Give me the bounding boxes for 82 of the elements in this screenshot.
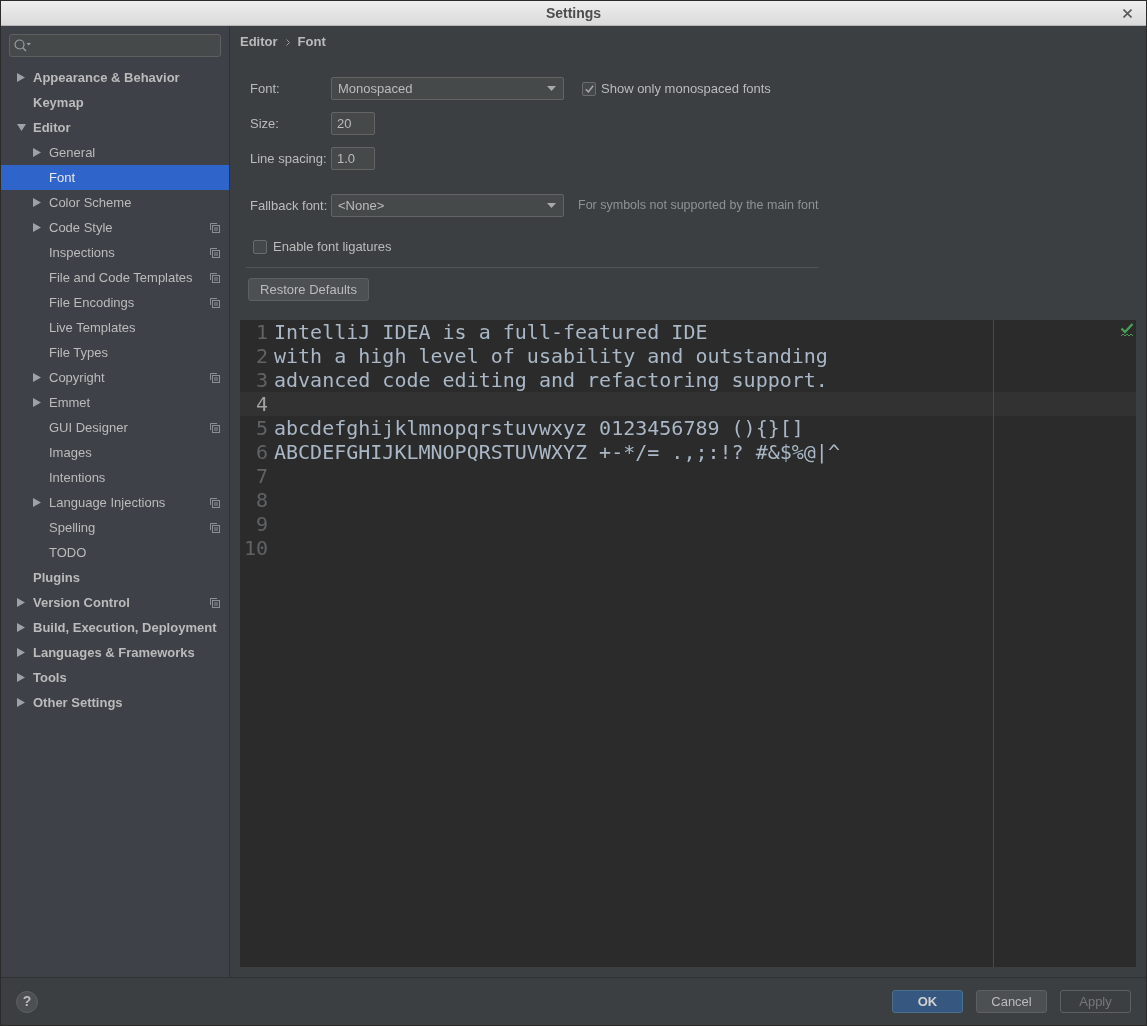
tree-item[interactable]: Other Settings bbox=[1, 690, 229, 715]
field-label: Font: bbox=[250, 79, 281, 98]
tree-item[interactable]: Code Style bbox=[1, 215, 229, 240]
check-icon[interactable] bbox=[1120, 323, 1134, 337]
tree-item[interactable]: TODO bbox=[1, 540, 229, 565]
line-spacing-field[interactable]: 1.0 bbox=[331, 147, 375, 170]
tree-item[interactable]: Inspections bbox=[1, 240, 229, 265]
chevron-right-icon bbox=[285, 38, 290, 46]
checkbox[interactable] bbox=[253, 240, 267, 254]
help-button[interactable]: ? bbox=[16, 990, 38, 1013]
tree-item[interactable]: Color Scheme bbox=[1, 190, 229, 215]
tree-item[interactable]: Font bbox=[1, 165, 229, 190]
tree-item[interactable]: Images bbox=[1, 440, 229, 465]
checkbox-label[interactable]: Enable font ligatures bbox=[273, 237, 392, 257]
arrow-right-icon[interactable] bbox=[33, 223, 41, 232]
tree-item[interactable]: Language Injections bbox=[1, 490, 229, 515]
tree-item[interactable]: File and Code Templates bbox=[1, 265, 229, 290]
code-text: abcdefghijklmnopqrstuvwxyz 0123456789 (){}[] bbox=[273, 416, 804, 440]
arrow-right-icon[interactable] bbox=[33, 148, 41, 157]
arrow-right-icon[interactable] bbox=[17, 73, 25, 82]
restore-defaults-button[interactable]: Restore Defaults bbox=[248, 278, 369, 301]
tree-item[interactable]: Languages & Frameworks bbox=[1, 640, 229, 665]
arrow-right-icon[interactable] bbox=[17, 623, 25, 632]
breadcrumb-item: Font bbox=[297, 33, 326, 52]
arrow-down-icon[interactable] bbox=[17, 124, 26, 131]
line-number: 9 bbox=[255, 512, 268, 536]
tree-item[interactable]: Copyright bbox=[1, 365, 229, 390]
search-icon[interactable] bbox=[14, 39, 31, 52]
search-field[interactable] bbox=[9, 34, 221, 57]
tree-item[interactable]: Spelling bbox=[1, 515, 229, 540]
tree-item[interactable]: General bbox=[1, 140, 229, 165]
field-label: Size: bbox=[250, 114, 280, 133]
dialog-button[interactable]: OK bbox=[892, 990, 963, 1013]
tree-item[interactable]: Tools bbox=[1, 665, 229, 690]
tree-item[interactable]: Emmet bbox=[1, 390, 229, 415]
arrow-right-icon[interactable] bbox=[33, 498, 41, 507]
arrow-right-icon[interactable] bbox=[33, 398, 41, 407]
checkbox-label[interactable]: Show only monospaced fonts bbox=[601, 78, 771, 99]
arrow-right-icon[interactable] bbox=[17, 698, 25, 707]
check-icon bbox=[584, 84, 594, 93]
code-text: advanced code editing and refactoring support. bbox=[273, 368, 828, 392]
tree-item[interactable]: Appearance & Behavior bbox=[1, 65, 229, 90]
line-number: 7 bbox=[255, 464, 268, 488]
line-number: 10 bbox=[243, 536, 268, 560]
line-number: 6 bbox=[255, 440, 268, 464]
tree-item[interactable]: Version Control bbox=[1, 590, 229, 615]
tree-item[interactable]: Editor bbox=[1, 115, 229, 140]
line-number: 3 bbox=[255, 368, 268, 392]
hint-text: For symbols not supported by the main font bbox=[578, 197, 819, 215]
tree-item[interactable]: Live Templates bbox=[1, 315, 229, 340]
window-title: Settings bbox=[545, 3, 602, 23]
breadcrumb-item[interactable]: Editor bbox=[240, 32, 278, 52]
field-label: Fallback font: bbox=[250, 196, 329, 215]
line-number: 1 bbox=[255, 320, 268, 344]
tree-item[interactable]: Plugins bbox=[1, 565, 229, 590]
arrow-right-icon[interactable] bbox=[33, 198, 41, 207]
font-dropdown[interactable]: Monospaced bbox=[331, 77, 564, 100]
arrow-right-icon[interactable] bbox=[33, 373, 41, 382]
caret-icon bbox=[547, 203, 556, 208]
caret-icon bbox=[547, 86, 556, 91]
line-number: 8 bbox=[255, 488, 268, 512]
code-text: ABCDEFGHIJKLMNOPQRSTUVWXYZ +-*/= .,;:!? #&$%@|^ bbox=[273, 440, 840, 464]
field-label: Line spacing: bbox=[250, 149, 328, 168]
line-number: 2 bbox=[255, 344, 268, 368]
close-icon[interactable] bbox=[1123, 8, 1132, 18]
line-number: 5 bbox=[255, 416, 268, 440]
code-text: with a high level of usability and outstanding bbox=[273, 344, 828, 368]
arrow-right-icon[interactable] bbox=[17, 673, 25, 682]
tree-item[interactable]: Keymap bbox=[1, 90, 229, 115]
tree-item[interactable]: File Encodings bbox=[1, 290, 229, 315]
code-text: IntelliJ IDEA is a full-featured IDE bbox=[273, 320, 708, 344]
fallback-font-dropdown[interactable]: <None> bbox=[331, 194, 564, 217]
tree-item[interactable]: Intentions bbox=[1, 465, 229, 490]
tree-item[interactable]: File Types bbox=[1, 340, 229, 365]
checkbox[interactable] bbox=[582, 81, 596, 96]
arrow-right-icon[interactable] bbox=[17, 598, 25, 607]
size-field[interactable]: 20 bbox=[331, 112, 375, 135]
tree-item[interactable]: Build, Execution, Deployment bbox=[1, 615, 229, 640]
dialog-button[interactable]: Cancel bbox=[976, 990, 1047, 1013]
line-number: 4 bbox=[255, 392, 268, 416]
tree-item[interactable]: GUI Designer bbox=[1, 415, 229, 440]
arrow-right-icon[interactable] bbox=[17, 648, 25, 657]
